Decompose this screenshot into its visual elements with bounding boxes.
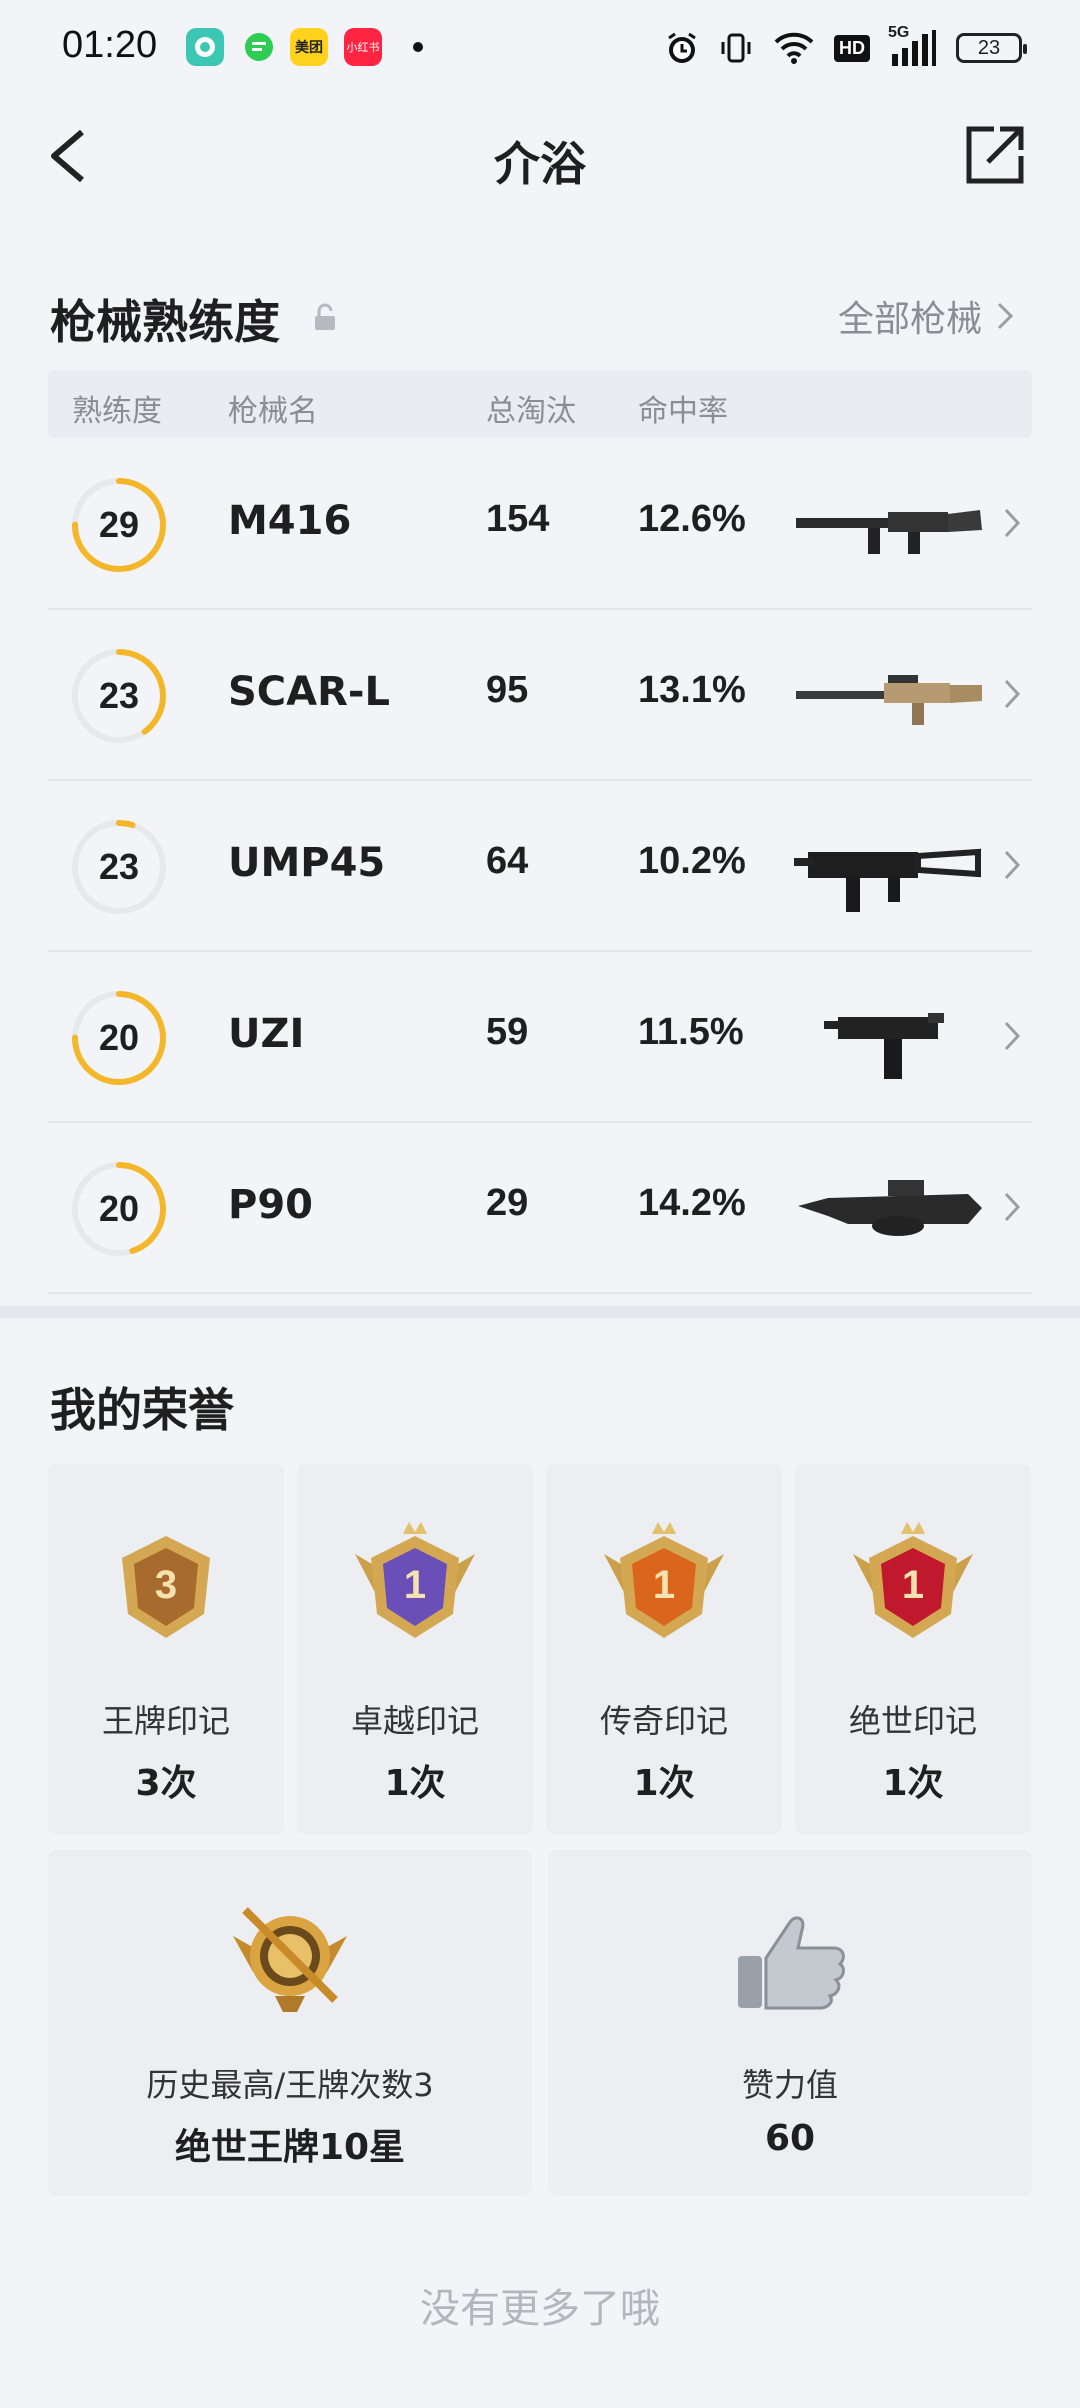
legend-mark-label: 传奇印记	[599, 1702, 728, 1740]
honors-title: 我的荣誉	[50, 1383, 234, 1437]
messenger-icon	[240, 28, 278, 66]
excellence-mark-card[interactable]: 1 卓越印记 1次	[297, 1464, 533, 1834]
weapon-kills: 95	[486, 669, 529, 711]
weapon-name: UZI	[228, 1011, 305, 1057]
vibrate-icon	[721, 33, 751, 63]
proficiency-level: 23	[98, 675, 140, 716]
chevron-right-icon	[997, 302, 1014, 330]
highest-rank-label: 历史最高/王牌次数3	[146, 2066, 434, 2104]
excellence-mark-count: 1次	[384, 1763, 446, 1804]
all-weapons-label: 全部枪械	[837, 299, 982, 340]
meituan-icon: 美团	[290, 28, 328, 66]
weapon-kills: 64	[486, 840, 529, 882]
end-of-list-text: 没有更多了哦	[420, 2286, 660, 2332]
col-proficiency: 熟练度	[72, 394, 162, 429]
page-title: 介浴	[494, 137, 586, 191]
more-notifications-dot	[413, 42, 423, 52]
proficiency-level: 23	[98, 846, 140, 887]
weapon-image	[824, 1013, 944, 1079]
chevron-right-icon	[1004, 1192, 1021, 1222]
proficiency-level: 20	[98, 1188, 140, 1229]
section-title: 枪械熟练度	[50, 295, 280, 349]
svg-text:1: 1	[404, 1563, 426, 1607]
ace-mark-count: 3次	[135, 1763, 197, 1804]
signal-icon: 5G	[888, 24, 938, 68]
weapon-image	[796, 675, 982, 725]
peerless-mark-count: 1次	[882, 1763, 944, 1804]
excellence-mark-icon: 1	[355, 1522, 475, 1638]
weapon-row-uzi[interactable]: 20 UZI 59 11.5%	[48, 953, 1032, 1123]
lock-icon[interactable]	[312, 302, 338, 332]
weapon-table-header: 熟练度 枪械名 总淘汰 命中率	[48, 370, 1032, 438]
weapon-kills: 154	[486, 498, 550, 540]
weapon-hit-rate: 11.5%	[638, 1011, 744, 1053]
ace-mark-label: 王牌印记	[101, 1702, 230, 1740]
legend-mark-card[interactable]: 1 传奇印记 1次	[546, 1464, 782, 1834]
proficiency-level: 20	[98, 1017, 140, 1058]
svg-text:3: 3	[155, 1563, 177, 1607]
status-time: 01:20	[62, 24, 158, 66]
weapon-hit-rate: 13.1%	[638, 669, 746, 711]
weapon-name: SCAR-L	[228, 669, 391, 715]
status-bar: 01:20 美团 小红书 HD 5G 23	[0, 0, 1080, 96]
share-external-icon	[966, 126, 1024, 184]
weapon-proficiency-header: 枪械熟练度 全部枪械	[50, 280, 1030, 350]
all-weapons-link[interactable]: 全部枪械	[838, 290, 1014, 342]
likes-label: 赞力值	[741, 2066, 838, 2104]
system-icons: HD 5G 23	[664, 24, 1027, 70]
weapon-hit-rate: 14.2%	[638, 1182, 746, 1224]
col-kills: 总淘汰	[486, 394, 576, 429]
chevron-right-icon	[1004, 1021, 1021, 1051]
chevron-right-icon	[1004, 679, 1021, 709]
likes-value: 60	[764, 2118, 816, 2159]
likes-card[interactable]: 赞力值 60	[548, 1850, 1032, 2196]
svg-text:1: 1	[653, 1563, 675, 1607]
weapon-name: P90	[228, 1182, 313, 1228]
thumbs-up-icon	[738, 1916, 845, 2010]
ace-rank-emblem-icon	[233, 1907, 347, 2012]
top-nav-bar: 介浴	[0, 96, 1080, 216]
chat-app-icon	[186, 28, 224, 66]
alarm-icon	[668, 32, 696, 63]
chevron-right-icon	[1004, 508, 1021, 538]
weapon-image	[798, 1180, 982, 1236]
ace-mark-icon: 3	[122, 1536, 210, 1638]
weapon-name: M416	[228, 498, 352, 544]
chevron-right-icon	[1004, 850, 1021, 880]
col-weapon-name: 枪械名	[228, 394, 318, 429]
highest-rank-value: 绝世王牌10星	[174, 2127, 406, 2168]
svg-text:1: 1	[902, 1563, 924, 1607]
weapon-row-scar-l[interactable]: 23 SCAR-L 95 13.1%	[48, 611, 1032, 781]
weapon-name: UMP45	[228, 840, 386, 886]
xiaohongshu-icon: 小红书	[344, 28, 382, 66]
share-button[interactable]	[964, 124, 1026, 186]
wifi-icon	[774, 32, 814, 64]
weapon-hit-rate: 12.6%	[638, 498, 746, 540]
highest-rank-card[interactable]: 历史最高/王牌次数3 绝世王牌10星	[48, 1850, 532, 2196]
excellence-mark-label: 卓越印记	[350, 1702, 479, 1740]
section-divider	[0, 1306, 1080, 1318]
weapon-row-m416[interactable]: 29 M416 154 12.6%	[48, 440, 1032, 610]
weapon-kills: 59	[486, 1011, 529, 1053]
proficiency-level: 29	[98, 504, 140, 545]
weapon-image	[794, 848, 981, 912]
weapon-row-p90[interactable]: 20 P90 29 14.2%	[48, 1124, 1032, 1294]
legend-mark-icon: 1	[604, 1522, 724, 1638]
peerless-mark-card[interactable]: 1 绝世印记 1次	[795, 1464, 1031, 1834]
peerless-mark-icon: 1	[853, 1522, 973, 1638]
weapon-image	[796, 510, 982, 554]
peerless-mark-label: 绝世印记	[848, 1702, 977, 1740]
ace-mark-card[interactable]: 3 王牌印记 3次	[48, 1464, 284, 1834]
legend-mark-count: 1次	[633, 1763, 695, 1804]
col-hit-rate: 命中率	[638, 394, 728, 429]
hd-icon: HD	[834, 34, 870, 62]
weapon-hit-rate: 10.2%	[638, 840, 746, 882]
weapon-row-ump45[interactable]: 23 UMP45 64 10.2%	[48, 782, 1032, 952]
weapon-kills: 29	[486, 1182, 529, 1224]
battery-indicator: 23	[956, 33, 1027, 63]
